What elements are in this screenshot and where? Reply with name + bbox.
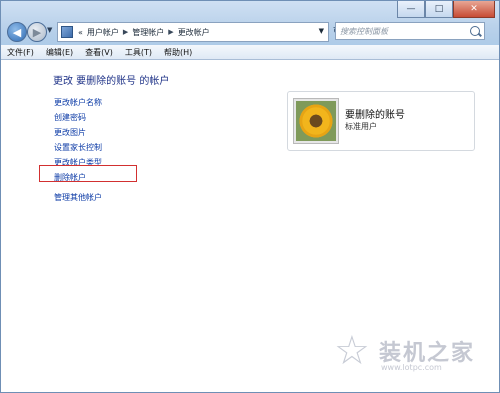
link-parental-controls[interactable]: 设置家长控制 — [54, 140, 102, 155]
minimize-button[interactable]: — — [397, 1, 425, 18]
link-change-picture[interactable]: 更改图片 — [54, 125, 102, 140]
menu-edit[interactable]: 编辑(E) — [40, 47, 79, 58]
close-button[interactable]: ✕ — [453, 1, 495, 18]
link-create-password[interactable]: 创建密码 — [54, 110, 102, 125]
search-icon[interactable] — [470, 26, 480, 36]
forward-button[interactable]: ▶ — [27, 22, 47, 42]
account-type: 标准用户 — [345, 122, 377, 131]
menu-tools[interactable]: 工具(T) — [119, 47, 158, 58]
menu-bar: 文件(F) 编辑(E) 查看(V) 工具(T) 帮助(H) — [1, 45, 499, 60]
breadcrumb-change-account[interactable]: 更改帐户 — [176, 27, 212, 38]
arrow-right-icon: ▶ — [32, 25, 42, 39]
address-dropdown-icon[interactable]: ▼ — [319, 27, 324, 35]
menu-view[interactable]: 查看(V) — [79, 47, 119, 58]
recent-pages-dropdown[interactable]: ▼ — [47, 26, 52, 34]
breadcrumb-user-accounts[interactable]: 用户帐户 — [85, 27, 121, 38]
search-placeholder: 搜索控制面板 — [340, 26, 388, 36]
delete-account-highlight — [39, 165, 137, 182]
menu-file[interactable]: 文件(F) — [1, 47, 40, 58]
link-manage-other-accounts[interactable]: 管理其他帐户 — [54, 190, 102, 205]
maximize-button[interactable]: □ — [425, 1, 453, 18]
breadcrumb-manage-accounts[interactable]: 管理帐户 — [130, 27, 166, 38]
breadcrumb-separator-icon[interactable]: ▶ — [166, 28, 175, 36]
back-button[interactable]: ◀ — [7, 22, 27, 42]
breadcrumb-separator-icon[interactable]: ▶ — [121, 28, 130, 36]
arrow-left-icon: ◀ — [12, 25, 22, 39]
watermark-url: www.lotpc.com — [381, 363, 442, 372]
control-panel-icon — [61, 26, 73, 38]
watermark-star-icon: ☆ — [334, 328, 370, 374]
breadcrumb-overflow[interactable]: « — [76, 28, 85, 37]
menu-help[interactable]: 帮助(H) — [158, 47, 198, 58]
search-input[interactable]: 搜索控制面板 — [335, 22, 485, 40]
avatar — [294, 99, 338, 143]
address-bar[interactable]: « 用户帐户 ▶ 管理帐户 ▶ 更改帐户 ▼ — [57, 22, 329, 42]
task-links: 更改帐户名称 创建密码 更改图片 设置家长控制 更改帐户类型 删除帐户 管理其他… — [54, 95, 102, 205]
account-card: 要删除的账号 标准用户 — [287, 91, 475, 151]
window-controls: — □ ✕ — [397, 1, 495, 19]
page-title: 更改 要删除的账号 的帐户 — [53, 76, 170, 87]
account-name: 要删除的账号 — [345, 110, 405, 121]
control-panel-window: — □ ✕ ◀ ▶ ▼ « 用户帐户 ▶ 管理帐户 ▶ 更改帐户 ▼ ↻ 搜索控… — [0, 0, 500, 393]
link-change-account-name[interactable]: 更改帐户名称 — [54, 95, 102, 110]
title-bar: — □ ✕ ◀ ▶ ▼ « 用户帐户 ▶ 管理帐户 ▶ 更改帐户 ▼ ↻ 搜索控… — [1, 1, 499, 45]
